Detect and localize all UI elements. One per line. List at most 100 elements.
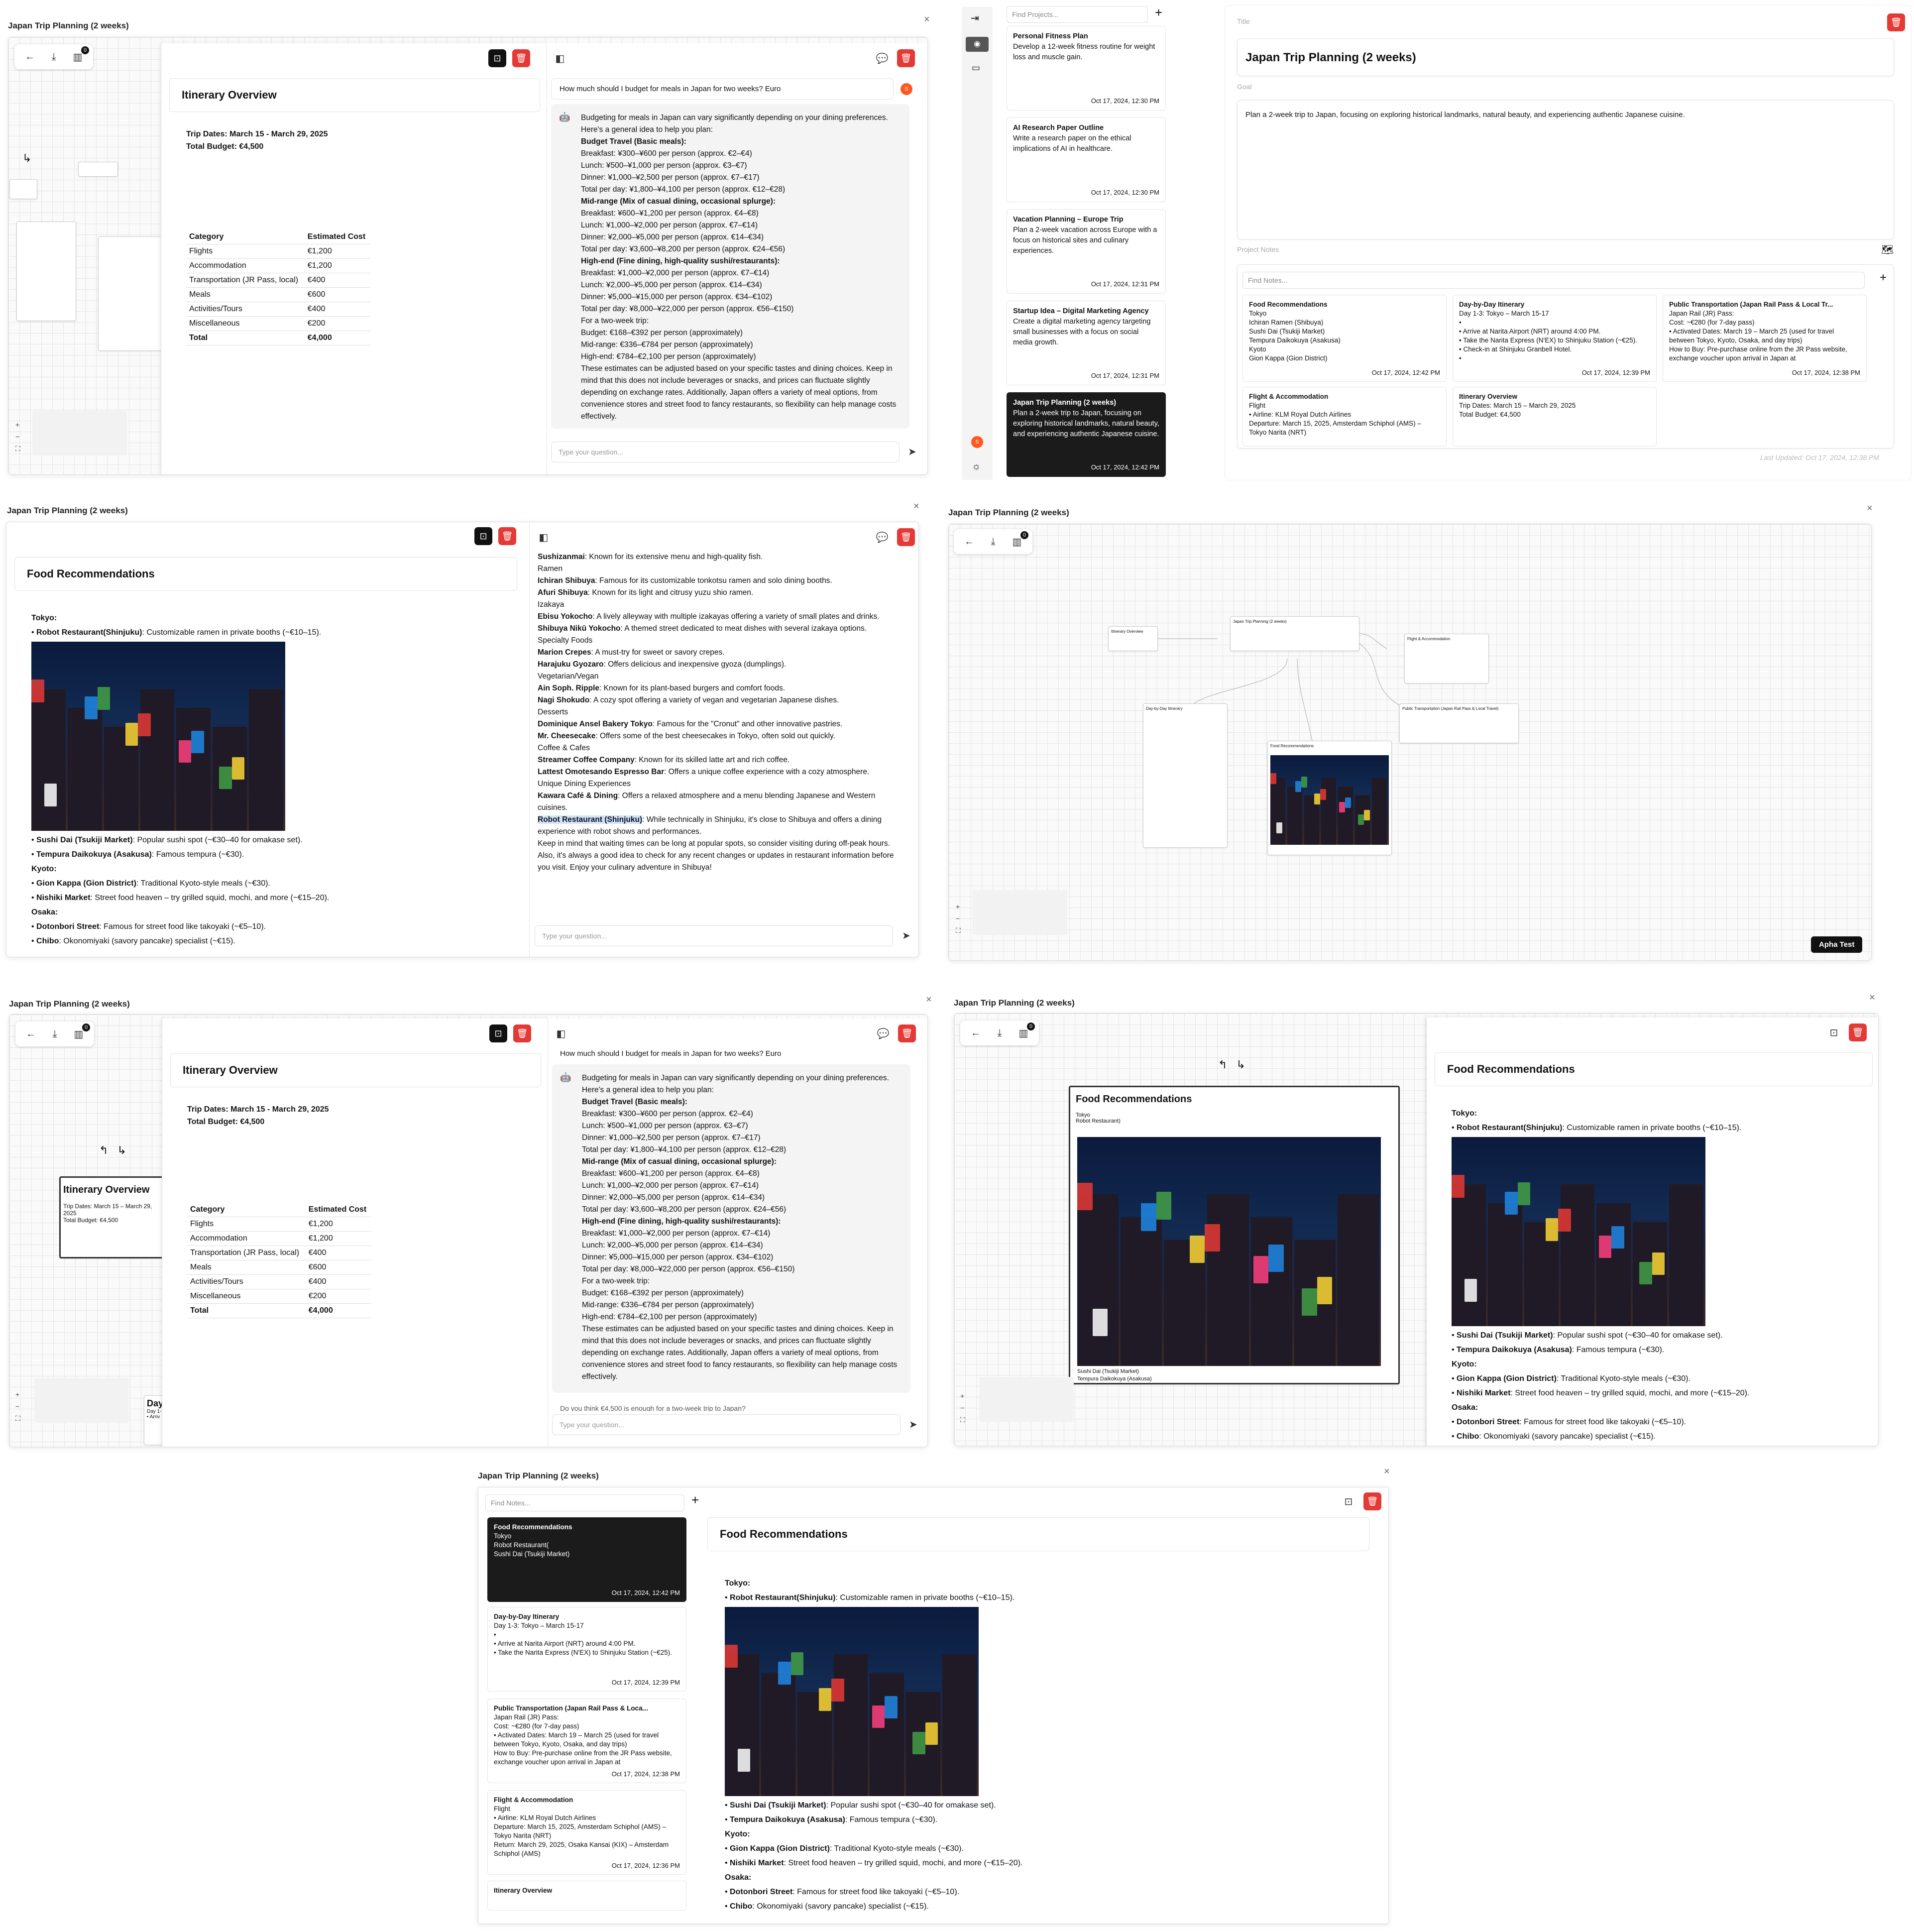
chat-input[interactable]: Type your question...	[552, 1414, 901, 1435]
fit-icon[interactable]: ⛶	[956, 926, 961, 935]
graph-node-project[interactable]: Japan Trip Planning (2 weeks)	[1230, 616, 1359, 651]
library-icon[interactable]: ▥ 0	[71, 1023, 90, 1041]
note-card[interactable]: Itinerary Overview Trip Dates: March 15 –…	[1453, 387, 1657, 447]
graph-node-day-by-day[interactable]: Day-by-Day Itinerary	[1143, 703, 1228, 848]
note-title[interactable]: Food Recommendations	[707, 1517, 1369, 1551]
chat-icon[interactable]: 💬	[873, 528, 891, 546]
minimap[interactable]	[32, 411, 127, 455]
project-card[interactable]: Personal Fitness Plan Develop a 12-week f…	[1007, 26, 1166, 111]
close-icon[interactable]: ×	[1867, 503, 1873, 514]
library-icon[interactable]: ▥ 0	[70, 46, 89, 64]
itinerary-node[interactable]: Itinerary Overview Trip Dates: March 15 …	[59, 1176, 169, 1258]
note-card[interactable]: Public Transportation (Japan Rail Pass &…	[1663, 295, 1867, 382]
zoom-in-icon[interactable]: +	[15, 1390, 20, 1398]
library-icon[interactable]: ▥ 0	[1016, 1023, 1035, 1040]
graph-node-transport[interactable]: Public Transportation (Japan Rail Pass &…	[1399, 703, 1519, 743]
user-avatar[interactable]: S	[971, 436, 983, 448]
note-card[interactable]: Day-by-Day Itinerary Day 1-3: Tokyo – Mar…	[1453, 295, 1657, 382]
minimap[interactable]	[34, 1378, 129, 1423]
project-card[interactable]: AI Research Paper Outline Write a researc…	[1007, 117, 1166, 202]
notes-search[interactable]: Find Notes...	[485, 1494, 684, 1511]
close-icon[interactable]: ×	[926, 994, 932, 1006]
close-icon[interactable]: ×	[913, 501, 919, 512]
canvas[interactable]: ← ⤓ ▥ 0 ↳ + − ⛶ ⊡ 🗑 Itinerary Overview Tr…	[8, 37, 928, 475]
food-body[interactable]: Tokyo: • Robot Restaurant(Shinjuku): Cust…	[31, 612, 519, 955]
project-card[interactable]: Japan Trip Planning (2 weeks) Plan a 2-we…	[1007, 392, 1166, 477]
storage-icon[interactable]: ▭	[972, 63, 980, 73]
back-arrow-icon[interactable]: ←	[968, 1025, 983, 1040]
send-icon[interactable]: ➤	[908, 446, 916, 458]
graph-node[interactable]	[78, 162, 118, 177]
food-body[interactable]: Tokyo: • Robot Restaurant(Shinjuku): Cust…	[725, 1577, 1367, 1921]
graph-node-flight[interactable]: Flight & Accommodation	[1404, 634, 1489, 683]
sidebar-toggle-icon[interactable]: ◧	[552, 1024, 570, 1042]
note-list-item[interactable]: Day-by-Day Itinerary Day 1-3: Tokyo – Mar…	[487, 1607, 686, 1692]
back-arrow-icon[interactable]: ←	[23, 1026, 38, 1041]
note-title[interactable]: Food Recommendations	[1435, 1052, 1873, 1086]
graph-node[interactable]	[16, 222, 76, 321]
sidebar-toggle-icon[interactable]: ◧	[535, 528, 553, 546]
trash-icon[interactable]: 🗑	[513, 1024, 531, 1042]
trash-icon[interactable]: 🗑	[1849, 1023, 1867, 1041]
zoom-out-icon[interactable]: −	[15, 1402, 20, 1410]
note-list-item[interactable]: Public Transportation (Japan Rail Pass &…	[487, 1699, 686, 1783]
food-node[interactable]: Food Recommendations Tokyo Robot Restaur…	[1069, 1086, 1400, 1384]
chat-input[interactable]: Type your question...	[551, 442, 900, 462]
food-body[interactable]: Tokyo: • Robot Restaurant(Shinjuku): Cust…	[1452, 1107, 1870, 1446]
robot-icon[interactable]: ⊡	[489, 1024, 507, 1042]
sidebar-toggle-icon[interactable]: ◧	[551, 49, 569, 67]
back-arrow-icon[interactable]: ←	[22, 49, 37, 64]
fit-icon[interactable]: ⛶	[960, 1416, 965, 1424]
undo-icon[interactable]: ↰	[1218, 1058, 1227, 1071]
send-icon[interactable]: ➤	[909, 1418, 917, 1431]
zoom-out-icon[interactable]: −	[15, 433, 20, 441]
undo-icon[interactable]: ↰	[99, 1144, 108, 1157]
minimap[interactable]	[973, 890, 1067, 935]
redo-icon[interactable]: ↳	[1236, 1058, 1245, 1071]
robot-icon[interactable]: ⊡	[474, 527, 492, 545]
chat-icon[interactable]: 💬	[873, 49, 891, 67]
robot-icon[interactable]: ⊡	[1340, 1492, 1357, 1510]
download-icon[interactable]: ⤓	[992, 1025, 1007, 1040]
graph-node-itinerary[interactable]: Itinerary Overview	[1108, 626, 1158, 651]
graph-canvas[interactable]: ← ⤓ ▥ 0 Itinerary Overview Japan Trip Pla…	[948, 524, 1872, 961]
project-card[interactable]: Startup Idea – Digital Marketing Agency C…	[1007, 301, 1166, 385]
note-body[interactable]: Trip Dates: March 15 - March 29, 2025 To…	[187, 1103, 436, 1128]
trash-icon[interactable]: 🗑	[898, 1024, 916, 1042]
add-note-icon[interactable]: +	[691, 1492, 699, 1508]
delete-project-icon[interactable]: 🗑	[1887, 13, 1905, 31]
goal-field[interactable]: Plan a 2-week trip to Japan, focusing on…	[1237, 100, 1894, 239]
close-icon[interactable]: ×	[1869, 992, 1875, 1004]
zoom-in-icon[interactable]: +	[15, 421, 20, 429]
chat-icon[interactable]: 💬	[874, 1024, 892, 1042]
zoom-out-icon[interactable]: −	[956, 914, 961, 922]
note-list-item[interactable]: Flight & Accommodation Flight • Airline: K…	[487, 1790, 686, 1875]
fit-icon[interactable]: ⛶	[15, 445, 20, 453]
collapse-icon[interactable]: ⇥	[971, 12, 979, 24]
note-title[interactable]: Food Recommendations	[14, 557, 517, 591]
note-body[interactable]: Trip Dates: March 15 - March 29, 2025 To…	[186, 128, 435, 153]
note-list-item[interactable]: Itinerary Overview	[487, 1881, 686, 1911]
map-icon[interactable]: 🗺	[1881, 243, 1894, 256]
zoom-in-icon[interactable]: +	[956, 903, 961, 910]
note-card[interactable]: Flight & Accommodation Flight • Airline: K…	[1242, 387, 1447, 447]
project-title-field[interactable]: Japan Trip Planning (2 weeks)	[1237, 38, 1894, 76]
close-icon[interactable]: ×	[1384, 1466, 1390, 1477]
trash-icon[interactable]: 🗑	[498, 527, 516, 545]
theme-icon[interactable]: ☼	[972, 461, 981, 472]
fit-icon[interactable]: ⛶	[15, 1414, 20, 1423]
trash-icon[interactable]: 🗑	[1363, 1492, 1381, 1510]
note-card[interactable]: Food Recommendations Tokyo Ichiran Ramen (…	[1242, 295, 1447, 382]
note-title[interactable]: Itinerary Overview	[169, 78, 540, 112]
project-card[interactable]: Vacation Planning – Europe Trip Plan a 2-…	[1007, 209, 1166, 294]
close-icon[interactable]: ×	[924, 14, 930, 25]
add-project-button[interactable]: +	[1155, 5, 1162, 20]
zoom-out-icon[interactable]: −	[960, 1404, 965, 1412]
graph-node-food[interactable]: Food Recommendations	[1267, 741, 1392, 855]
projects-icon[interactable]: ◉	[966, 37, 989, 52]
canvas[interactable]: ← ⤓ ▥ 0 ↰ ↳ Food Recommendations Tokyo Rob…	[954, 1013, 1879, 1446]
minimap[interactable]	[979, 1377, 1074, 1422]
note-title[interactable]: Itinerary Overview	[170, 1053, 541, 1087]
zoom-in-icon[interactable]: +	[960, 1392, 965, 1400]
send-icon[interactable]: ➤	[902, 929, 910, 942]
